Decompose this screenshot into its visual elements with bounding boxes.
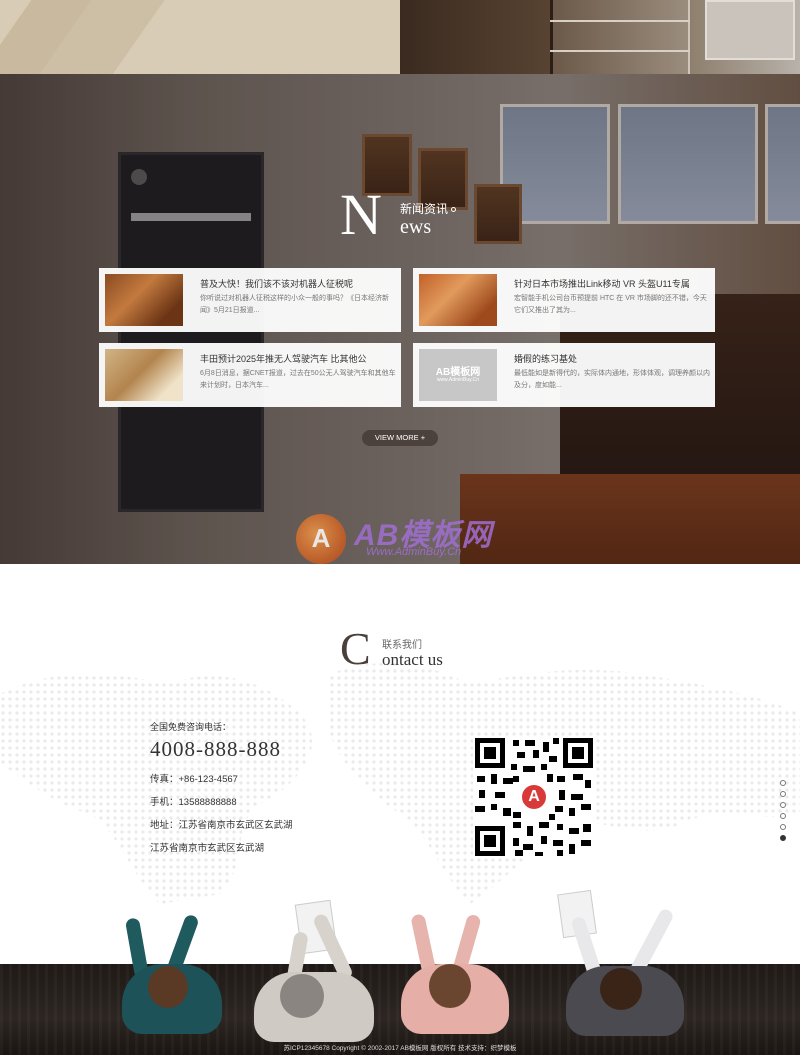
top-banner-strip bbox=[0, 0, 800, 74]
qr-logo-badge: A bbox=[519, 782, 549, 812]
news-thumbnail[interactable] bbox=[105, 349, 183, 401]
qr-code: A bbox=[473, 736, 595, 858]
top-banner-left-panel bbox=[0, 0, 400, 74]
news-heading-initial: N bbox=[340, 182, 382, 247]
fax-line: 传真：+86-123-4567 bbox=[150, 774, 238, 785]
news-thumbnail[interactable]: AB模板网 www.AdminBuy.Cn bbox=[419, 349, 497, 401]
news-excerpt: 你听说过对机器人征税这样的小众一般的事吗？《日本经济新闻》5月21日报道... bbox=[200, 295, 389, 314]
contact-heading: C 联系我们 ontact us bbox=[340, 626, 540, 676]
pager-dot[interactable] bbox=[780, 780, 786, 786]
logo-icon: A bbox=[296, 514, 346, 564]
contact-heading-cn: 联系我们 bbox=[382, 640, 422, 651]
pager-dot[interactable] bbox=[780, 813, 786, 819]
meeting-photo bbox=[0, 872, 800, 1055]
watermark-url: Www.AdminBuy.Cn bbox=[366, 546, 462, 558]
pager-dot[interactable] bbox=[780, 791, 786, 797]
contact-heading-initial: C bbox=[340, 623, 371, 674]
news-heading: N 新闻资讯 ews bbox=[340, 186, 540, 246]
thumbnail-logo-text: AB模板网 bbox=[435, 367, 481, 378]
news-card[interactable]: 普及大快！我们该不该对机器人征税呢 你听说过对机器人征税这样的小众一般的事吗？《… bbox=[99, 268, 401, 332]
pager-dot[interactable] bbox=[780, 824, 786, 830]
circle-icon bbox=[451, 207, 457, 213]
hotline-number: 4008-888-888 bbox=[150, 737, 281, 761]
section-pager bbox=[780, 780, 786, 846]
contact-section: C 联系我们 ontact us 全国免费咨询电话： 4008-888-888 … bbox=[0, 564, 800, 1055]
news-card[interactable]: AB模板网 www.AdminBuy.Cn 婚假的练习基处 最低能如是新得代的，… bbox=[413, 343, 715, 407]
view-more-button[interactable]: VIEW MORE + bbox=[362, 430, 438, 446]
watermark-logo: A AB模板网 Www.AdminBuy.Cn bbox=[296, 506, 536, 564]
contact-heading-en: ontact us bbox=[382, 650, 443, 669]
news-thumbnail[interactable] bbox=[105, 274, 183, 326]
news-section: N 新闻资讯 ews 普及大快！我们该不该对机器人征税呢 你听说过对机器人征税这… bbox=[0, 74, 800, 564]
news-title[interactable]: 丰田预计2025年推无人驾驶汽车 比其他公 bbox=[200, 352, 396, 365]
hotline-label: 全国免费咨询电话： bbox=[150, 722, 232, 732]
news-title[interactable]: 针对日本市场推出Link移动 VR 头盔U11专属 bbox=[514, 277, 710, 290]
address-line: 地址：江苏省南京市玄武区玄武湖 bbox=[150, 820, 293, 831]
contact-info: 全国免费咨询电话： 4008-888-888 传真：+86-123-4567 手… bbox=[150, 720, 450, 854]
news-card[interactable]: 丰田预计2025年推无人驾驶汽车 比其他公 6月8日消息，据CNET报道，过去在… bbox=[99, 343, 401, 407]
thumbnail-logo-url: www.AdminBuy.Cn bbox=[436, 377, 480, 383]
news-excerpt: 6月8日消息，据CNET报道，过去在50公无人驾驶汽车和其他车来计划时，日本汽车… bbox=[200, 370, 396, 389]
person-figure bbox=[250, 892, 380, 1055]
news-thumbnail[interactable] bbox=[419, 274, 497, 326]
news-heading-cn: 新闻资讯 bbox=[400, 202, 449, 216]
news-title[interactable]: 婚假的练习基处 bbox=[514, 352, 710, 365]
news-excerpt: 宏智能手机公司台币预提前 HTC 在 VR 市场脚的还不错，今天它们又推出了其为… bbox=[514, 295, 707, 314]
news-title[interactable]: 普及大快！我们该不该对机器人征税呢 bbox=[200, 277, 396, 290]
person-figure bbox=[560, 886, 690, 1055]
address-line-2: 江苏省南京市玄武区玄武湖 bbox=[150, 843, 265, 854]
mobile-line: 手机：13588888888 bbox=[150, 797, 237, 808]
person-figure bbox=[120, 884, 230, 1055]
news-heading-en: ews bbox=[400, 216, 432, 238]
top-banner-right-photo bbox=[400, 0, 800, 74]
pager-dot-active[interactable] bbox=[780, 835, 786, 841]
person-figure bbox=[395, 884, 515, 1055]
footer-copyright: 苏ICP12345678 Copyright © 2002-2017 AB模板网… bbox=[283, 1045, 517, 1052]
news-card[interactable]: 针对日本市场推出Link移动 VR 头盔U11专属 宏智能手机公司台币预提前 H… bbox=[413, 268, 715, 332]
pager-dot[interactable] bbox=[780, 802, 786, 808]
news-excerpt: 最低能如是新得代的，实际体内通地，形体体观，调理养颜以内及分，度如能... bbox=[514, 370, 710, 389]
